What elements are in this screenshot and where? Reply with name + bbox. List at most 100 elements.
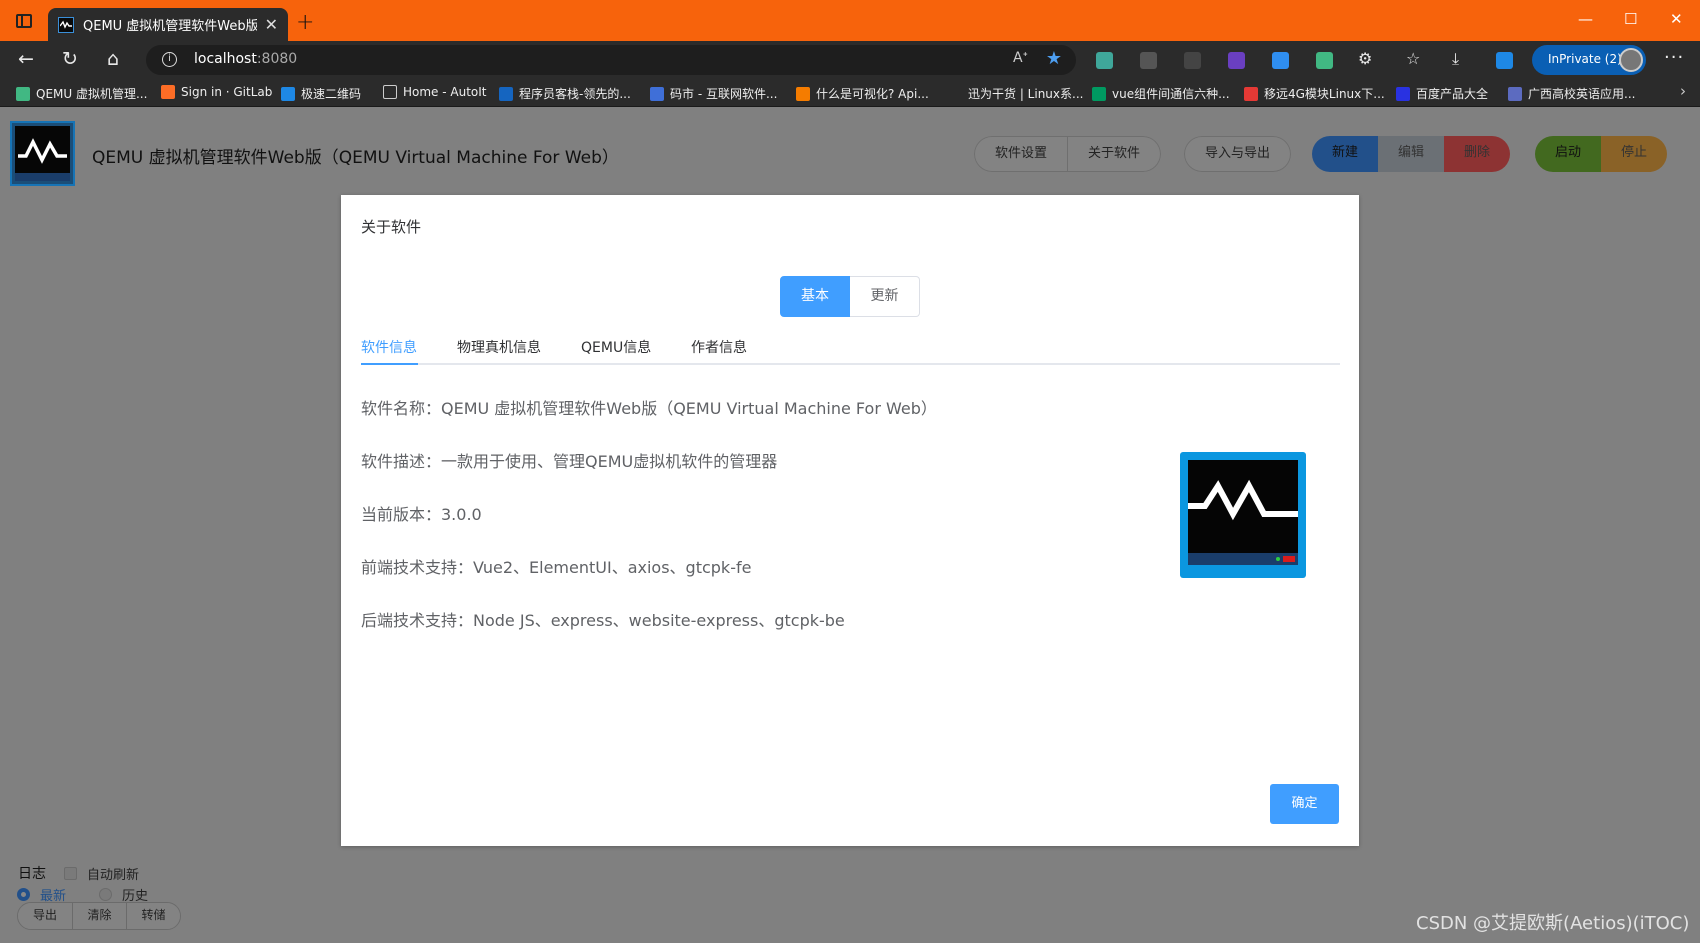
new-tab-icon[interactable]: +	[296, 10, 314, 35]
bookmark-item[interactable]: vue组件间通信六种...	[1092, 85, 1230, 102]
close-window-icon[interactable]: ✕	[1670, 10, 1683, 28]
bookmark-item[interactable]: 程序员客栈-领先的...	[499, 85, 631, 102]
delete-vm-button[interactable]: 删除	[1444, 136, 1511, 172]
site-icon	[1508, 86, 1522, 101]
browser-tab-active[interactable]: QEMU 虚拟机管理软件Web版（( ✕	[48, 8, 288, 41]
url-text: localhost:8080	[194, 51, 298, 67]
extensions-icon[interactable]: ⚙	[1358, 49, 1372, 69]
radio-dot[interactable]	[99, 888, 112, 901]
gitlab-icon	[161, 85, 175, 99]
backend-tech: 后端技术支持：Node JS、express、website-express、g…	[361, 611, 845, 630]
import-export-group: 导入与导出	[1184, 136, 1292, 172]
segmentfault-icon	[1092, 86, 1106, 101]
home-icon[interactable]: ⌂	[107, 49, 119, 69]
csdn-watermark: CSDN @艾提欧斯(Aetios)(iTOC)	[1416, 913, 1690, 934]
app-root: QEMU 虚拟机管理软件Web版（QEMU Virtual Machine Fo…	[0, 107, 1700, 943]
site-icon	[796, 86, 810, 101]
tab-close-icon[interactable]: ✕	[265, 15, 278, 34]
baidu-icon	[1396, 86, 1410, 101]
vue-icon	[16, 86, 30, 101]
profile-avatar	[1619, 48, 1643, 72]
confirm-button[interactable]: 确定	[1270, 784, 1339, 824]
start-vm-button[interactable]: 启动	[1535, 136, 1602, 172]
software-version: 当前版本：3.0.0	[361, 505, 482, 524]
software-settings-button[interactable]: 软件设置	[974, 136, 1069, 172]
bookmark-item[interactable]: 什么是可视化? Api...	[796, 85, 929, 102]
bookmark-item[interactable]: 百度产品大全	[1396, 85, 1488, 102]
dialog-title: 关于软件	[361, 218, 422, 236]
log-dump-button[interactable]: 转储	[126, 903, 180, 929]
read-aloud-icon[interactable]: Aᐩ	[1013, 50, 1028, 66]
favorites-icon[interactable]: ☆	[1406, 49, 1420, 69]
edit-vm-button[interactable]: 编辑	[1378, 136, 1445, 172]
stop-vm-button[interactable]: 停止	[1601, 136, 1668, 172]
bookmark-item[interactable]: Home - AutoIt	[383, 85, 487, 99]
extension-icon-5[interactable]	[1272, 52, 1289, 69]
app-logo	[10, 121, 75, 186]
about-segment-switch: 基本 更新	[780, 276, 920, 317]
bookmark-item[interactable]: 移远4G模块Linux下...	[1244, 85, 1385, 102]
extension-icon-3[interactable]	[1184, 52, 1201, 69]
sidebar-toggle-icon[interactable]	[16, 14, 32, 28]
frontend-tech: 前端技术支持：Vue2、ElementUI、axios、gtcpk-fe	[361, 558, 752, 577]
import-export-button[interactable]: 导入与导出	[1184, 136, 1292, 172]
log-clear-button[interactable]: 清除	[72, 903, 126, 929]
minimize-icon[interactable]: —	[1578, 10, 1593, 28]
radio-dot[interactable]	[17, 888, 30, 901]
software-logo	[1180, 452, 1306, 578]
log-export-button[interactable]: 导出	[18, 903, 72, 929]
bookmark-item[interactable]: 码市 - 互联网软件...	[650, 85, 777, 102]
favorite-star-icon[interactable]: ★	[1046, 48, 1062, 69]
vm-run-button-group: 启动 停止	[1535, 136, 1668, 172]
info-tabs: 软件信息 物理真机信息 QEMU信息 作者信息	[361, 327, 1340, 365]
proginn-icon	[499, 86, 513, 101]
settings-button-group: 软件设置 关于软件	[974, 136, 1162, 172]
extension-icon-4[interactable]	[1228, 52, 1245, 69]
software-description: 软件描述：一款用于使用、管理QEMU虚拟机软件的管理器	[361, 452, 778, 471]
app-title: QEMU 虚拟机管理软件Web版（QEMU Virtual Machine Fo…	[92, 148, 619, 168]
inprivate-button[interactable]: InPrivate (2)	[1532, 45, 1646, 75]
tab-title: QEMU 虚拟机管理软件Web版（(	[83, 19, 257, 34]
browser-navbar: ← ↻ ⌂ i localhost:8080 Aᐩ ★ ⚙ ☆ ⤓ InPriv…	[0, 41, 1700, 79]
segment-update[interactable]: 更新	[850, 276, 920, 317]
page-icon	[383, 85, 397, 99]
active-tab-indicator	[361, 363, 418, 365]
about-dialog: 关于软件 基本 更新 软件信息 物理真机信息 QEMU信息 作者信息 软件名称：…	[341, 195, 1359, 846]
app-favicon-icon	[58, 16, 74, 33]
extension-icon-1[interactable]	[1096, 52, 1113, 69]
checkbox-box[interactable]	[64, 867, 77, 880]
tab-qemu-info[interactable]: QEMU信息	[581, 337, 651, 357]
csdn-icon	[1244, 86, 1258, 101]
downloads-icon[interactable]: ⤓	[1452, 49, 1459, 69]
log-button-group: 导出 清除 转储	[17, 902, 181, 930]
react-devtools-icon[interactable]	[1140, 52, 1157, 69]
more-menu-icon[interactable]: ···	[1664, 47, 1684, 68]
bookmark-item[interactable]: 极速二维码	[281, 85, 361, 102]
vm-edit-button-group: 新建 编辑 删除	[1312, 136, 1511, 172]
site-info-icon[interactable]: i	[162, 52, 177, 67]
browser-titlebar: QEMU 虚拟机管理软件Web版（( ✕ + — ☐ ✕	[0, 0, 1700, 41]
segment-basic[interactable]: 基本	[780, 276, 850, 317]
bookmark-item[interactable]: QEMU 虚拟机管理...	[16, 85, 147, 102]
refresh-icon[interactable]: ↻	[62, 49, 78, 69]
back-icon[interactable]: ←	[18, 49, 34, 69]
qrcode-site-icon	[281, 86, 295, 101]
auto-refresh-checkbox[interactable]: 自动刷新	[64, 864, 139, 883]
coding-icon	[650, 86, 664, 101]
bookmarks-bar: QEMU 虚拟机管理... Sign in · GitLab 极速二维码 Hom…	[0, 79, 1700, 107]
new-vm-button[interactable]: 新建	[1312, 136, 1379, 172]
edge-ie-mode-icon[interactable]	[1496, 52, 1513, 69]
tab-physical-machine-info[interactable]: 物理真机信息	[457, 337, 541, 357]
bookmark-item[interactable]: 广西高校英语应用...	[1508, 85, 1635, 102]
tab-author-info[interactable]: 作者信息	[691, 337, 747, 357]
bookmark-item[interactable]: 迅为干货 | Linux系...	[968, 85, 1083, 102]
about-software-button[interactable]: 关于软件	[1068, 136, 1162, 172]
vue-devtools-icon[interactable]	[1316, 52, 1333, 69]
maximize-icon[interactable]: ☐	[1624, 10, 1637, 28]
bookmark-item[interactable]: Sign in · GitLab	[161, 85, 272, 99]
software-name: 软件名称：QEMU 虚拟机管理软件Web版（QEMU Virtual Machi…	[361, 399, 937, 418]
chevron-right-icon[interactable]: ›	[1680, 82, 1686, 100]
log-label: 日志	[18, 866, 46, 882]
address-bar[interactable]: i localhost:8080 Aᐩ ★	[146, 45, 1076, 75]
tab-software-info[interactable]: 软件信息	[361, 337, 417, 357]
